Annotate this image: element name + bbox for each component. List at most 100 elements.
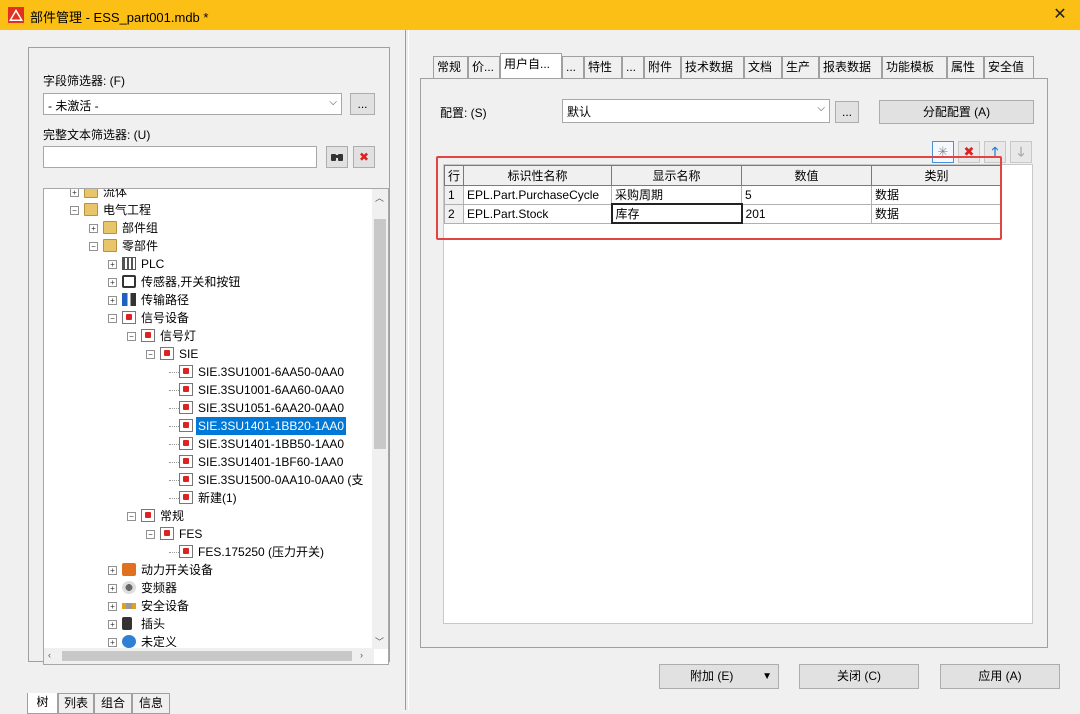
tree-node-label: PLC bbox=[141, 257, 165, 271]
tree-node[interactable]: − 常规 bbox=[44, 507, 374, 525]
pane-splitter[interactable] bbox=[405, 30, 409, 710]
config-more-button[interactable]: ... bbox=[835, 101, 859, 123]
tab-more-2[interactable]: ... bbox=[622, 56, 644, 78]
tree-node[interactable]: SIE.3SU1401-1BF60-1AA0 bbox=[44, 453, 374, 471]
expand-icon[interactable]: + bbox=[70, 189, 79, 197]
tree-hscroll-thumb[interactable] bbox=[62, 651, 352, 661]
tree-vscroll-thumb[interactable] bbox=[374, 219, 386, 449]
tab-user-defined[interactable]: 用户自... bbox=[500, 53, 562, 79]
tree-connector bbox=[169, 444, 179, 445]
fulltext-filter-input[interactable] bbox=[43, 146, 317, 168]
collapse-icon[interactable]: − bbox=[70, 206, 79, 215]
expand-icon[interactable]: + bbox=[108, 602, 117, 611]
expand-icon[interactable]: + bbox=[108, 638, 117, 647]
part-icon bbox=[179, 365, 193, 378]
part-icon bbox=[179, 401, 193, 414]
tree-node[interactable]: + 动力开关设备 bbox=[44, 561, 374, 579]
chevron-down-icon: ⌵ bbox=[329, 97, 337, 108]
tree-node[interactable]: + 插头 bbox=[44, 615, 374, 633]
tree-connector bbox=[169, 426, 179, 427]
part-tree[interactable]: + 流体 − 电气工程 + 部件组 − 零部件 + PLC + 传感器,开关和按钮 + 传输路径 − 信号设备… bbox=[43, 188, 389, 665]
collapse-icon[interactable]: − bbox=[89, 242, 98, 251]
collapse-icon[interactable]: − bbox=[146, 530, 155, 539]
binoculars-icon[interactable] bbox=[326, 146, 348, 168]
apply-button[interactable]: 应用 (A) bbox=[940, 664, 1060, 689]
tree-node[interactable]: + 传感器,开关和按钮 bbox=[44, 273, 374, 291]
tree-node[interactable]: SIE.3SU1401-1BB50-1AA0 bbox=[44, 435, 374, 453]
collapse-icon[interactable]: − bbox=[127, 332, 136, 341]
tab-documents[interactable]: 文档 bbox=[744, 56, 782, 78]
window-title: 部件管理 - ESS_part001.mdb * bbox=[30, 10, 209, 25]
tab-safety-values[interactable]: 安全值 bbox=[984, 56, 1034, 78]
tree-node[interactable]: 新建(1) bbox=[44, 489, 374, 507]
tab-function-template[interactable]: 功能模板 bbox=[882, 56, 947, 78]
tab-production[interactable]: 生产 bbox=[782, 56, 819, 78]
tree-node[interactable]: SIE.3SU1001-6AA50-0AA0 bbox=[44, 363, 374, 381]
tree-node[interactable]: + 变频器 bbox=[44, 579, 374, 597]
tree-node[interactable]: SIE.3SU1401-1BB20-1AA0 bbox=[44, 417, 374, 435]
scroll-up-icon[interactable]: ︿ bbox=[375, 191, 384, 204]
tab-accessories[interactable]: 附件 bbox=[644, 56, 681, 78]
tree-node[interactable]: SIE.3SU1051-6AA20-0AA0 bbox=[44, 399, 374, 417]
scroll-down-icon[interactable]: ﹀ bbox=[375, 635, 384, 648]
tree-node-label: SIE bbox=[179, 347, 199, 361]
tab-characteristics[interactable]: 特性 bbox=[584, 56, 622, 78]
tab-info[interactable]: 信息 bbox=[132, 693, 170, 714]
tree-node[interactable]: − 零部件 bbox=[44, 237, 374, 255]
tree-vertical-scrollbar[interactable]: ︿ ﹀ bbox=[372, 189, 388, 649]
tree-node[interactable]: − 信号设备 bbox=[44, 309, 374, 327]
collapse-icon[interactable]: − bbox=[146, 350, 155, 359]
attach-button[interactable]: 附加 (E) ▼ bbox=[659, 664, 779, 689]
part-icon bbox=[160, 527, 174, 540]
tab-price[interactable]: 价... bbox=[468, 56, 500, 78]
scroll-right-icon[interactable]: › bbox=[360, 650, 363, 660]
close-button[interactable]: 关闭 (C) bbox=[799, 664, 919, 689]
assign-config-button[interactable]: 分配配置 (A) bbox=[879, 100, 1034, 124]
collapse-icon[interactable]: − bbox=[108, 314, 117, 323]
close-icon[interactable]: ✕ bbox=[1050, 5, 1070, 25]
expand-icon[interactable]: + bbox=[108, 260, 117, 269]
tab-technical-data[interactable]: 技术数据 bbox=[681, 56, 744, 78]
tab-report-data[interactable]: 报表数据 bbox=[819, 56, 882, 78]
tree-node[interactable]: + 传输路径 bbox=[44, 291, 374, 309]
tab-general[interactable]: 常规 bbox=[433, 56, 468, 78]
tree-node[interactable]: − FES bbox=[44, 525, 374, 543]
field-filter-select[interactable]: - 未激活 - ⌵ bbox=[43, 93, 342, 115]
expand-icon[interactable]: + bbox=[108, 278, 117, 287]
tree-node[interactable]: SIE.3SU1500-0AA10-0AA0 (支 bbox=[44, 471, 374, 489]
tree-node-label: SIE.3SU1401-1BB20-1AA0 bbox=[196, 417, 347, 435]
tree-node-label: 部件组 bbox=[122, 221, 159, 235]
expand-icon[interactable]: + bbox=[89, 224, 98, 233]
tree-node[interactable]: + 流体 bbox=[44, 189, 374, 201]
tab-combination[interactable]: 组合 bbox=[94, 693, 132, 714]
expand-icon[interactable]: + bbox=[108, 566, 117, 575]
tree-node[interactable]: + 部件组 bbox=[44, 219, 374, 237]
field-filter-value: - 未激活 - bbox=[48, 99, 99, 113]
field-filter-label: 字段筛选器: (F) bbox=[43, 74, 125, 88]
scroll-left-icon[interactable]: ‹ bbox=[48, 650, 51, 660]
tree-node[interactable]: − SIE bbox=[44, 345, 374, 363]
tab-list[interactable]: 列表 bbox=[58, 693, 94, 714]
app-logo-icon bbox=[8, 7, 24, 23]
tree-horizontal-scrollbar[interactable]: ‹ › bbox=[44, 648, 374, 664]
move-down-icon[interactable]: 🡓 bbox=[1010, 141, 1032, 163]
tab-tree[interactable]: 树 bbox=[27, 693, 58, 714]
tree-node[interactable]: − 信号灯 bbox=[44, 327, 374, 345]
collapse-icon[interactable]: − bbox=[127, 512, 136, 521]
tree-node[interactable]: SIE.3SU1001-6AA60-0AA0 bbox=[44, 381, 374, 399]
tree-node[interactable]: − 电气工程 bbox=[44, 201, 374, 219]
tree-node-label: 信号设备 bbox=[141, 311, 190, 325]
tree-node[interactable]: + PLC bbox=[44, 255, 374, 273]
expand-icon[interactable]: + bbox=[108, 620, 117, 629]
expand-icon[interactable]: + bbox=[108, 296, 117, 305]
tree-node[interactable]: + 安全设备 bbox=[44, 597, 374, 615]
config-select[interactable]: 默认 ⌵ bbox=[562, 99, 830, 123]
tab-properties[interactable]: 属性 bbox=[947, 56, 984, 78]
filter-panel: 字段筛选器: (F) - 未激活 - ⌵ ... 完整文本筛选器: (U) ✖ … bbox=[28, 47, 390, 665]
expand-icon[interactable]: + bbox=[108, 584, 117, 593]
tree-node[interactable]: FES.175250 (压力开关) bbox=[44, 543, 374, 561]
tree-connector bbox=[169, 390, 179, 391]
tab-more-1[interactable]: ... bbox=[562, 56, 584, 78]
field-filter-more-button[interactable]: ... bbox=[350, 93, 375, 115]
clear-filter-icon[interactable]: ✖ bbox=[353, 146, 375, 168]
